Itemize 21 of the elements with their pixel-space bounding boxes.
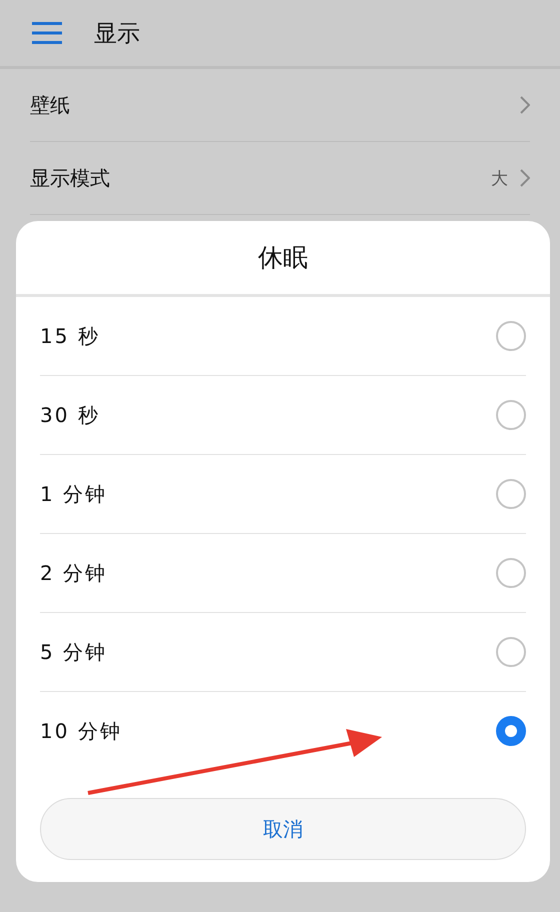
setting-value: 大 (491, 168, 508, 190)
chevron-right-icon (520, 96, 530, 114)
radio-button[interactable] (496, 400, 526, 430)
radio-button[interactable] (496, 321, 526, 351)
option-label[interactable]: 1 分钟 (40, 480, 496, 508)
dialog-title: 休眠 (258, 242, 308, 274)
option-label[interactable]: 30 秒 (40, 402, 496, 428)
option-label[interactable]: 2 分钟 (40, 560, 496, 586)
page-title: 显示 (94, 20, 140, 48)
radio-button[interactable] (496, 479, 526, 509)
radio-button[interactable] (496, 558, 526, 588)
option-label[interactable]: 15 秒 (40, 322, 496, 350)
menu-icon[interactable] (32, 22, 62, 44)
cancel-button[interactable]: 取消 (40, 798, 526, 860)
setting-label: 壁纸 (30, 92, 71, 118)
setting-label: 显示模式 (30, 164, 111, 192)
radio-button[interactable] (496, 637, 526, 667)
radio-button[interactable] (496, 716, 526, 746)
option-label[interactable]: 5 分钟 (40, 638, 496, 666)
chevron-right-icon (520, 169, 530, 187)
option-label[interactable]: 10 分钟 (40, 718, 496, 744)
